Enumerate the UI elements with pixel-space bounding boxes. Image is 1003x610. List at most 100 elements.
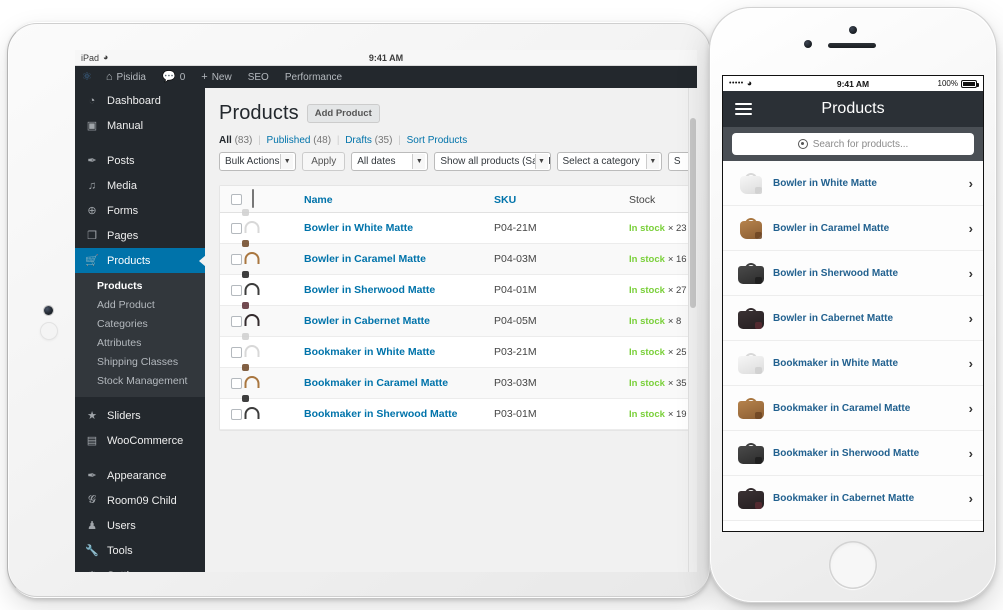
row-name-cell[interactable]: Bowler in Caramel Matte (304, 244, 494, 274)
list-item[interactable]: Bowler in Sherwood Matte › (723, 251, 983, 296)
table-row[interactable]: Bookmaker in Sherwood Matte P03-01M In s… (220, 395, 697, 430)
image-column-header (252, 189, 304, 208)
row-name-cell[interactable]: Bookmaker in Sherwood Matte (304, 399, 494, 429)
sku-column-header[interactable]: SKU (494, 190, 629, 208)
name-column-header[interactable]: Name (304, 190, 494, 208)
sidebar-item-manual[interactable]: ▣ Manual (75, 113, 205, 138)
list-item-label: Bowler in Sherwood Matte (773, 267, 899, 279)
bulk-actions-value: Bulk Actions (225, 156, 280, 167)
sidebar-item-posts[interactable]: ✒ Posts (75, 148, 205, 173)
scrollbar-thumb[interactable] (690, 118, 696, 308)
product-name-link: Bowler in Sherwood Matte (304, 284, 436, 296)
sidebar-item-forms[interactable]: ⊕ Forms (75, 198, 205, 223)
sidebar-item-woocommerce[interactable]: ▤ WooCommerce (75, 428, 205, 453)
sidebar-item-label: Pages (107, 229, 139, 242)
chevron-right-icon: › (968, 175, 973, 191)
view-link-sort-products[interactable]: Sort Products (407, 135, 468, 146)
sidebar-item-products[interactable]: 🛒 Products (75, 248, 205, 273)
sidebar-item-room09-child[interactable]: 𝓖 Room09 Child (75, 488, 205, 513)
list-item[interactable]: Bowler in Cabernet Matte › (723, 296, 983, 341)
performance-menu-button[interactable]: Performance (277, 66, 350, 88)
category-filter-select[interactable]: Select a category ▼ (556, 152, 662, 171)
seo-menu-button[interactable]: SEO (240, 66, 277, 88)
row-name-cell[interactable]: Bookmaker in Caramel Matte (304, 368, 494, 398)
row-checkbox[interactable] (230, 223, 242, 234)
table-row[interactable]: Bowler in Cabernet Matte P04-05M In stoc… (220, 302, 697, 337)
view-count-published: (48) (313, 135, 332, 146)
chevron-right-icon: › (968, 490, 973, 506)
sidebar-item-pages[interactable]: ❐ Pages (75, 223, 205, 248)
new-content-button[interactable]: + New (193, 66, 239, 88)
ipad-home-button[interactable] (40, 322, 58, 340)
add-product-button[interactable]: Add Product (306, 104, 380, 123)
view-link-all[interactable]: All (219, 135, 232, 146)
row-checkbox[interactable] (230, 254, 242, 265)
page-scrollbar[interactable] (688, 88, 697, 572)
row-name-cell[interactable]: Bowler in Sherwood Matte (304, 275, 494, 305)
row-name-cell[interactable]: Bowler in Cabernet Matte (304, 306, 494, 336)
table-navigation-filters: Bulk Actions ▼ Apply All dates ▼ Show al… (219, 152, 697, 171)
submenu-item-shipping-classes[interactable]: Shipping Classes (75, 353, 205, 372)
theme-icon: 𝓖 (88, 494, 96, 506)
select-all-checkbox[interactable] (230, 193, 242, 205)
list-item[interactable]: Bowler in White Matte › (723, 161, 983, 206)
product-name-link: Bookmaker in Sherwood Matte (304, 408, 458, 420)
row-checkbox[interactable] (230, 409, 242, 420)
mobile-app-navbar: Products (723, 91, 983, 127)
product-bag-icon (737, 215, 765, 241)
row-name-cell[interactable]: Bookmaker in White Matte (304, 337, 494, 367)
row-name-cell[interactable]: Bowler in White Matte (304, 213, 494, 243)
list-item[interactable]: Bookmaker in Sherwood Matte › (723, 431, 983, 476)
sidebar-item-media[interactable]: ♫ Media (75, 173, 205, 198)
date-filter-select[interactable]: All dates ▼ (351, 152, 429, 171)
product-name-link: Bowler in Caramel Matte (304, 253, 426, 265)
list-item[interactable]: Bookmaker in White Matte › (723, 341, 983, 386)
submenu-item-stock-management[interactable]: Stock Management (75, 372, 205, 391)
row-checkbox[interactable] (230, 347, 242, 358)
stock-column-header: Stock (629, 190, 697, 208)
table-row[interactable]: Bookmaker in Caramel Matte P03-03M In st… (220, 364, 697, 399)
woocommerce-icon: ▤ (86, 435, 98, 447)
product-bag-icon (737, 440, 765, 466)
sidebar-item-sliders[interactable]: ★ Sliders (75, 403, 205, 428)
table-row[interactable]: Bowler in White Matte P04-21M In stock ×… (220, 209, 697, 244)
stock-status-badge: In stock (629, 316, 665, 327)
view-link-published[interactable]: Published (267, 135, 311, 146)
iphone-home-button[interactable] (829, 541, 877, 589)
wp-logo-button[interactable]: ⚛ (75, 66, 98, 88)
hamburger-menu-icon[interactable] (735, 103, 752, 115)
bulk-actions-select[interactable]: Bulk Actions ▼ (219, 152, 297, 171)
table-row[interactable]: Bowler in Caramel Matte P04-03M In stock… (220, 240, 697, 275)
sidebar-item-label: Appearance (107, 469, 167, 482)
sidebar-item-users[interactable]: ♟ Users (75, 513, 205, 538)
submenu-item-attributes[interactable]: Attributes (75, 334, 205, 353)
list-item[interactable]: Bookmaker in Caramel Matte › (723, 386, 983, 431)
apply-button[interactable]: Apply (302, 152, 346, 171)
submenu-item-add-product[interactable]: Add Product (75, 296, 205, 315)
sidebar-item-dashboard[interactable]: ◔ Dashboard (75, 88, 205, 113)
row-checkbox[interactable] (230, 378, 242, 389)
sale-filter-select[interactable]: Show all products (Sale Filt ▼ (434, 152, 551, 171)
list-item[interactable]: Bookmaker in Cabernet Matte › (723, 476, 983, 521)
submenu-item-products[interactable]: Products (75, 277, 205, 296)
row-checkbox[interactable] (230, 285, 242, 296)
stock-quantity: × 27 (667, 285, 687, 296)
users-icon: ♟ (87, 520, 97, 532)
sidebar-item-appearance[interactable]: ✒ Appearance (75, 463, 205, 488)
sidebar-item-tools[interactable]: 🔧 Tools (75, 538, 205, 563)
list-item[interactable]: Bowler in Caramel Matte › (723, 206, 983, 251)
search-placeholder: Search for products... (812, 138, 909, 150)
view-link-drafts[interactable]: Drafts (345, 135, 372, 146)
search-input[interactable]: Search for products... (732, 133, 974, 155)
site-name-button[interactable]: ⌂ Pisidia (98, 66, 154, 88)
sidebar-item-settings[interactable]: ⚙ Settings (75, 563, 205, 573)
submenu-item-categories[interactable]: Categories (75, 315, 205, 334)
table-row[interactable]: Bookmaker in White Matte P03-21M In stoc… (220, 333, 697, 368)
table-row[interactable]: Bowler in Sherwood Matte P04-01M In stoc… (220, 271, 697, 306)
comments-button[interactable]: 💬 0 (154, 66, 193, 88)
stock-quantity: × 19 (667, 409, 687, 420)
product-sku: P04-03M (494, 253, 537, 265)
chevron-right-icon: › (968, 310, 973, 326)
iphone-status-bar: ••••• ◕ 9:41 AM 100% (723, 76, 983, 91)
row-checkbox[interactable] (230, 316, 242, 327)
